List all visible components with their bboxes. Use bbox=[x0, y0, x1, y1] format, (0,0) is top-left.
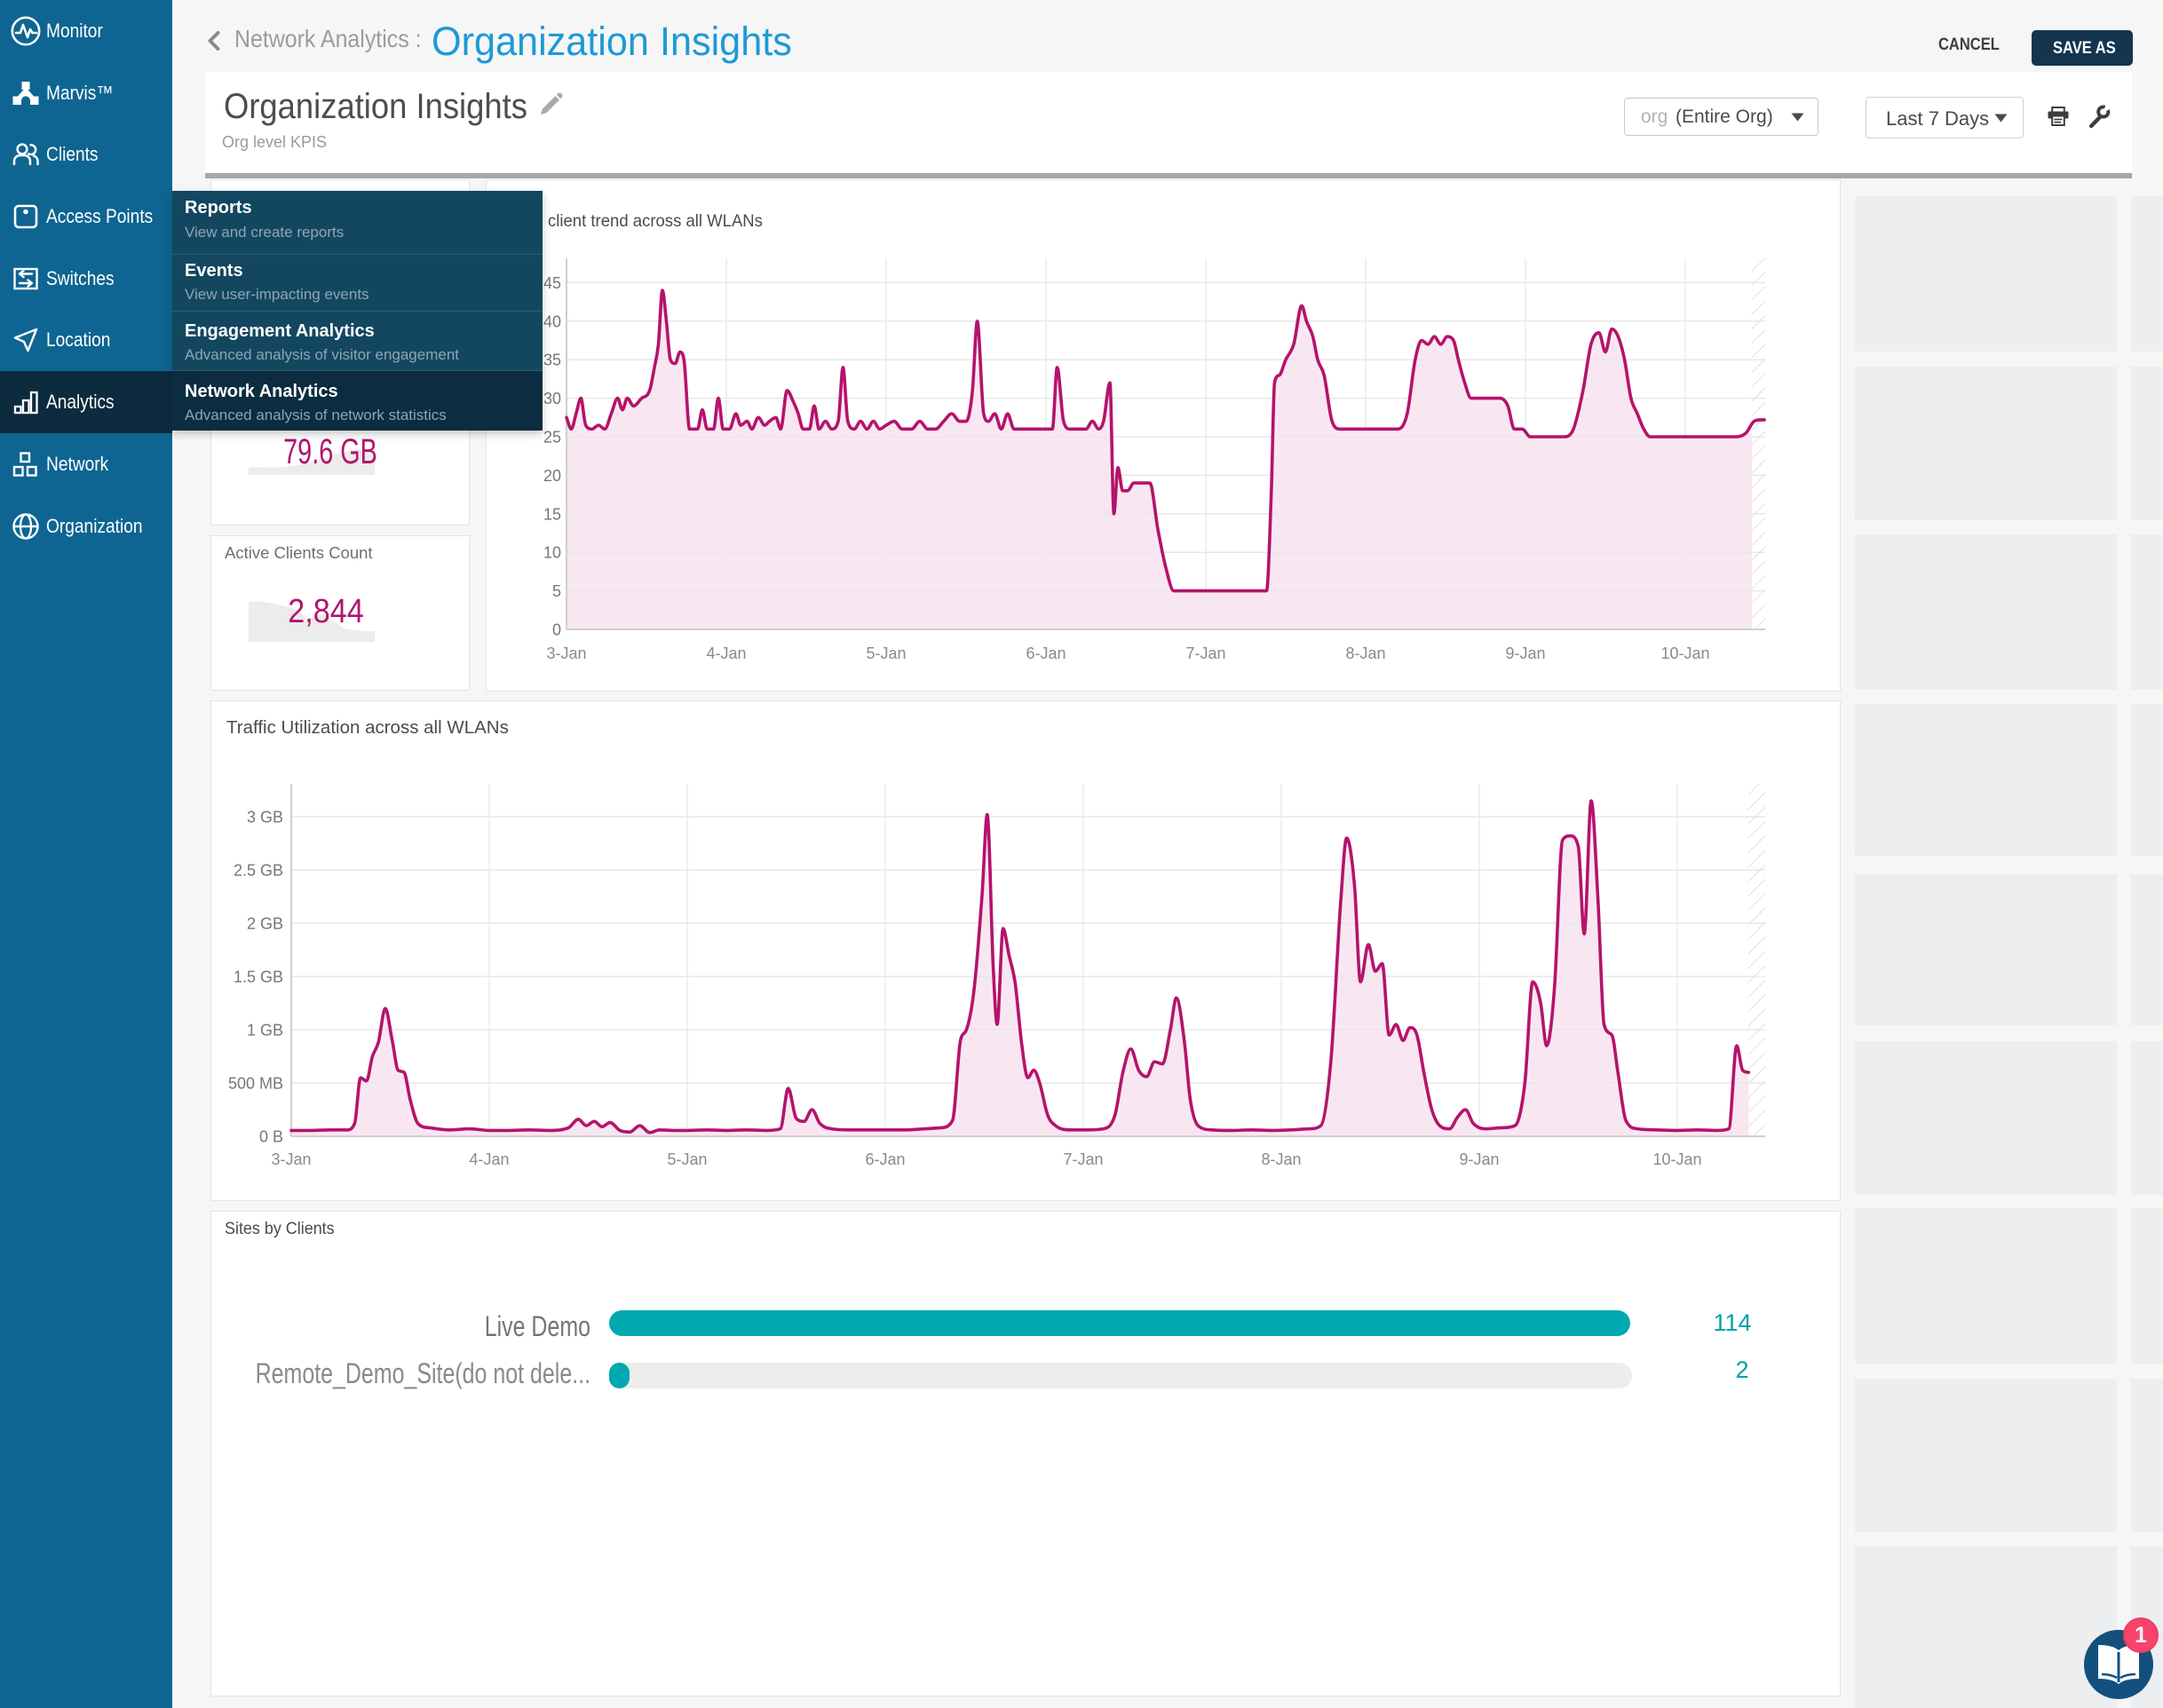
svg-text:6-Jan: 6-Jan bbox=[865, 1151, 905, 1168]
svg-text:2 GB: 2 GB bbox=[247, 915, 283, 933]
svg-text:5: 5 bbox=[552, 582, 561, 600]
svg-text:8-Jan: 8-Jan bbox=[1261, 1151, 1301, 1168]
svg-text:0 B: 0 B bbox=[259, 1128, 283, 1146]
svg-text:1.5 GB: 1.5 GB bbox=[234, 969, 283, 986]
svg-text:8-Jan: 8-Jan bbox=[1345, 644, 1385, 662]
svg-text:500 MB: 500 MB bbox=[228, 1075, 283, 1093]
svg-text:10: 10 bbox=[543, 544, 561, 562]
svg-text:1 GB: 1 GB bbox=[247, 1022, 283, 1040]
svg-text:2.5 GB: 2.5 GB bbox=[234, 862, 283, 880]
svg-text:15: 15 bbox=[543, 505, 561, 523]
svg-text:30: 30 bbox=[543, 390, 561, 407]
svg-text:3-Jan: 3-Jan bbox=[271, 1151, 311, 1168]
svg-text:10-Jan: 10-Jan bbox=[1660, 644, 1709, 662]
svg-text:5-Jan: 5-Jan bbox=[667, 1151, 707, 1168]
svg-text:35: 35 bbox=[543, 352, 561, 369]
svg-text:9-Jan: 9-Jan bbox=[1505, 644, 1545, 662]
svg-text:9-Jan: 9-Jan bbox=[1459, 1151, 1499, 1168]
svg-text:40: 40 bbox=[543, 312, 561, 330]
svg-text:6-Jan: 6-Jan bbox=[1026, 644, 1066, 662]
svg-text:4-Jan: 4-Jan bbox=[706, 644, 746, 662]
svg-text:3 GB: 3 GB bbox=[247, 809, 283, 826]
svg-text:7-Jan: 7-Jan bbox=[1063, 1151, 1103, 1168]
svg-text:4-Jan: 4-Jan bbox=[469, 1151, 509, 1168]
svg-text:45: 45 bbox=[543, 274, 561, 292]
svg-text:0: 0 bbox=[552, 621, 561, 639]
svg-text:5-Jan: 5-Jan bbox=[866, 644, 906, 662]
svg-text:20: 20 bbox=[543, 467, 561, 485]
svg-text:25: 25 bbox=[543, 429, 561, 447]
svg-text:10-Jan: 10-Jan bbox=[1652, 1151, 1701, 1168]
svg-text:3-Jan: 3-Jan bbox=[546, 644, 586, 662]
svg-text:7-Jan: 7-Jan bbox=[1185, 644, 1225, 662]
